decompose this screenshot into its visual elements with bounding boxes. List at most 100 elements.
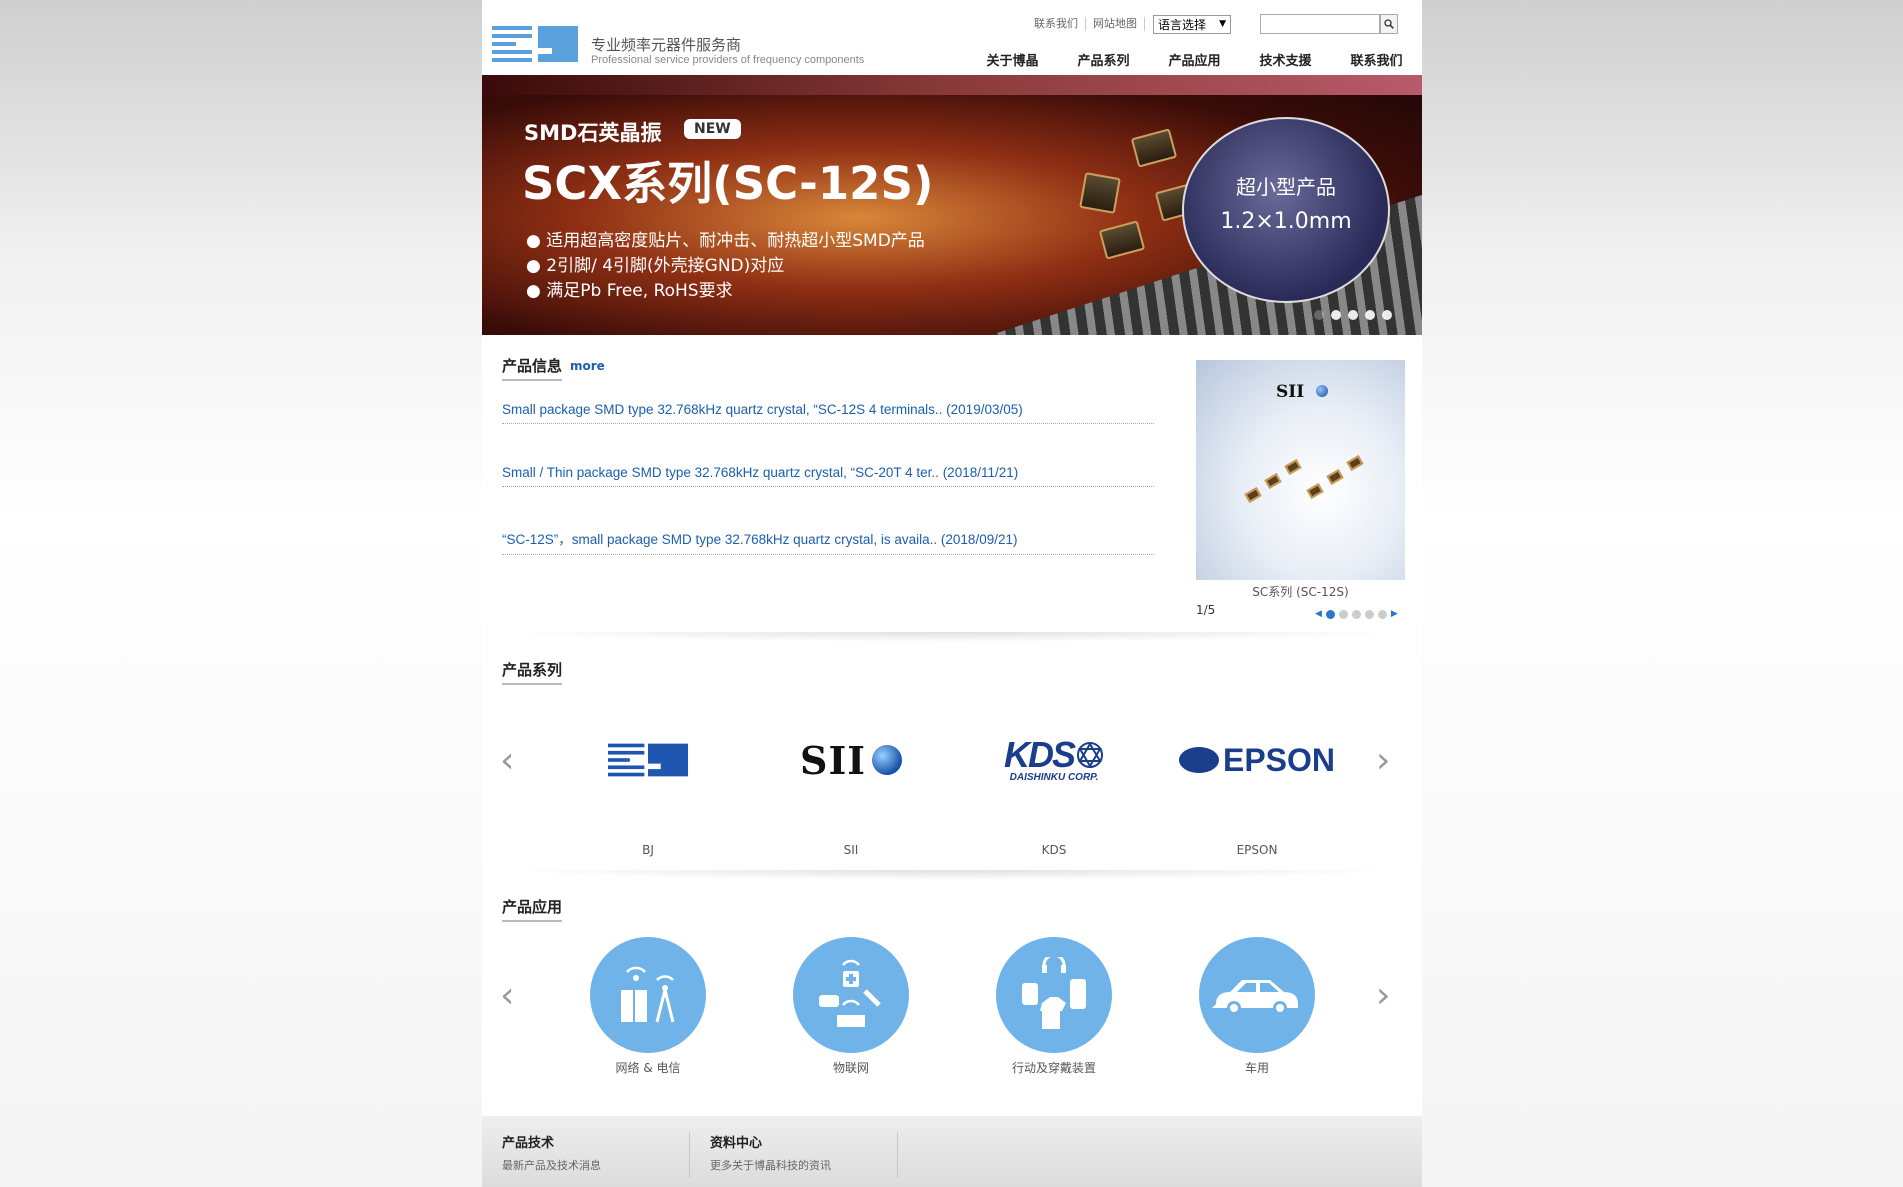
main-nav: 关于博晶 产品系列 产品应用 技术支援 联系我们 xyxy=(967,50,1422,69)
search-button[interactable] xyxy=(1380,14,1398,34)
new-badge: NEW xyxy=(684,119,741,139)
sii-brand-logo: SII xyxy=(766,730,936,790)
apps-next-arrow-icon[interactable]: › xyxy=(1376,975,1390,1016)
banner-bullet: 2引脚/ 4引脚(外壳接GND)对应 xyxy=(526,254,925,279)
banner-highlight-circle: 超小型产品 1.2×1.0mm xyxy=(1182,117,1390,303)
kds-star-icon xyxy=(1077,742,1103,768)
footer-col-resources[interactable]: 资料中心 更多关于博晶科技的资讯 xyxy=(690,1132,898,1178)
slide-dot[interactable] xyxy=(1382,310,1392,320)
banner-slide-dots xyxy=(1314,310,1392,320)
epson-logo-icon xyxy=(1178,747,1219,773)
pager-dot[interactable] xyxy=(1377,609,1387,619)
brand-name: KDS xyxy=(1041,843,1067,857)
brand-name: EPSON xyxy=(1236,843,1278,857)
bj-logo[interactable] xyxy=(492,22,580,66)
app-card-iot[interactable]: 物联网 xyxy=(766,937,936,1076)
app-card-network[interactable]: 网络 & 电信 xyxy=(563,937,733,1076)
featured-pager-dots: ◀ ▶ xyxy=(1315,609,1398,619)
sii-logo-text: SII xyxy=(1276,382,1305,402)
pager-next-icon[interactable]: ▶ xyxy=(1391,609,1398,619)
series-next-arrow-icon[interactable]: › xyxy=(1376,740,1390,781)
crystal-chip-image xyxy=(1346,455,1364,471)
section-title-info: 产品信息 xyxy=(502,355,563,381)
banner-bullet: 满足Pb Free, RoHS要求 xyxy=(526,279,925,304)
news-item[interactable]: “SC-12S”，small package SMD type 32.768kH… xyxy=(502,528,1154,555)
footer-col-sub: 最新产品及技术消息 xyxy=(502,1159,601,1172)
sii-logo-text: SII xyxy=(800,737,866,783)
more-link[interactable]: more xyxy=(570,359,605,373)
apps-prev-arrow-icon[interactable]: ‹ xyxy=(500,975,514,1016)
crystal-chip-image xyxy=(1244,487,1262,503)
footer-col-title: 资料中心 xyxy=(710,1136,763,1151)
banner-bullet: 适用超高密度贴片、耐冲击、耐热超小型SMD产品 xyxy=(526,229,925,254)
sii-logo-icon xyxy=(1316,385,1328,397)
kds-logo-sub: DAISHINKU CORP. xyxy=(1009,772,1099,783)
featured-product-image[interactable]: SII xyxy=(1196,360,1405,580)
epson-logo-text: EPSON xyxy=(1222,741,1336,778)
crystal-chip-image xyxy=(1130,128,1178,168)
epson-brand-logo: EPSON xyxy=(1172,730,1342,790)
crystal-chip-image xyxy=(1264,473,1282,489)
pager-dot[interactable] xyxy=(1325,609,1335,619)
banner-title: SCX系列(SC-12S) xyxy=(522,157,934,210)
app-card-mobile-wearable[interactable]: 行动及穿戴装置 xyxy=(969,937,1139,1076)
featured-product-caption: SC系列 (SC-12S) xyxy=(1252,585,1349,599)
slide-dot[interactable] xyxy=(1314,310,1324,320)
app-label: 行动及穿戴装置 xyxy=(1011,1061,1096,1075)
sii-logo-icon xyxy=(872,745,902,775)
dropdown-arrow-icon: ▼ xyxy=(1219,19,1226,29)
brand-name-cn: 专业频率元器件服务商 xyxy=(591,36,742,54)
news-item[interactable]: Small package SMD type 32.768kHz quartz … xyxy=(502,402,1154,424)
app-label: 物联网 xyxy=(832,1061,869,1075)
crystal-chip-image xyxy=(1306,483,1324,499)
pager-dot[interactable] xyxy=(1338,609,1348,619)
app-label: 车用 xyxy=(1244,1061,1269,1075)
nav-about[interactable]: 关于博晶 xyxy=(967,50,1058,69)
page: 专业频率元器件服务商 Professional service provider… xyxy=(482,0,1422,1187)
series-prev-arrow-icon[interactable]: ‹ xyxy=(500,740,514,781)
hero-banner[interactable]: SMD石英晶振 NEW SCX系列(SC-12S) 适用超高密度贴片、耐冲击、耐… xyxy=(482,75,1422,335)
brand-card-sii[interactable]: SII SII xyxy=(766,730,936,857)
section-divider xyxy=(496,632,1408,642)
banner-bullets: 适用超高密度贴片、耐冲击、耐热超小型SMD产品 2引脚/ 4引脚(外壳接GND)… xyxy=(526,229,925,304)
bj-brand-logo xyxy=(563,730,733,790)
brand-card-epson[interactable]: EPSON EPSON xyxy=(1172,730,1342,857)
app-card-automotive[interactable]: 车用 xyxy=(1172,937,1342,1076)
pager-dot[interactable] xyxy=(1364,609,1374,619)
news-item[interactable]: Small / Thin package SMD type 32.768kHz … xyxy=(502,465,1154,487)
search-input[interactable] xyxy=(1260,14,1380,34)
brand-card-bj[interactable]: BJ xyxy=(563,730,733,857)
iot-icon xyxy=(793,937,909,1053)
nav-support[interactable]: 技术支援 xyxy=(1240,50,1331,69)
nav-products[interactable]: 产品系列 xyxy=(1058,50,1149,69)
banner-subtitle: SMD石英晶振 xyxy=(524,121,662,145)
pager-prev-icon[interactable]: ◀ xyxy=(1315,609,1322,619)
nav-contact[interactable]: 联系我们 xyxy=(1331,50,1422,69)
network-telecom-icon xyxy=(590,937,706,1053)
language-select[interactable]: 语言选择 ▼ xyxy=(1153,14,1231,34)
bj-logo-icon xyxy=(608,743,688,777)
slide-dot[interactable] xyxy=(1331,310,1341,320)
top-link-contact[interactable]: 联系我们 xyxy=(1027,17,1086,31)
footer-col-title: 产品技术 xyxy=(502,1136,555,1151)
footer-col-sub: 更多关于博晶科技的资讯 xyxy=(710,1159,831,1172)
search-icon xyxy=(1384,19,1394,29)
circle-line-1: 超小型产品 xyxy=(1236,175,1336,199)
footer: 产品技术 最新产品及技术消息 资料中心 更多关于博晶科技的资讯 xyxy=(482,1116,1422,1187)
nav-applications[interactable]: 产品应用 xyxy=(1149,50,1240,69)
featured-pager: 1/5 xyxy=(1196,603,1216,617)
section-title-series: 产品系列 xyxy=(502,659,563,685)
language-select-value: 语言选择 xyxy=(1158,17,1207,32)
footer-col-tech[interactable]: 产品技术 最新产品及技术消息 xyxy=(482,1132,690,1178)
top-link-sitemap[interactable]: 网站地图 xyxy=(1086,17,1145,31)
crystal-chip-image xyxy=(1098,220,1146,260)
brand-name: SII xyxy=(843,843,859,857)
crystal-chip-image xyxy=(1284,459,1302,475)
slide-dot[interactable] xyxy=(1365,310,1375,320)
slide-dot[interactable] xyxy=(1348,310,1358,320)
brand-card-kds[interactable]: KDS DAISHINKU CORP. KDS xyxy=(969,730,1139,857)
mobile-wearable-icon xyxy=(996,937,1112,1053)
pager-dot[interactable] xyxy=(1351,609,1361,619)
kds-brand-logo: KDS DAISHINKU CORP. xyxy=(969,730,1139,790)
brand-name-en: Professional service providers of freque… xyxy=(591,54,865,66)
